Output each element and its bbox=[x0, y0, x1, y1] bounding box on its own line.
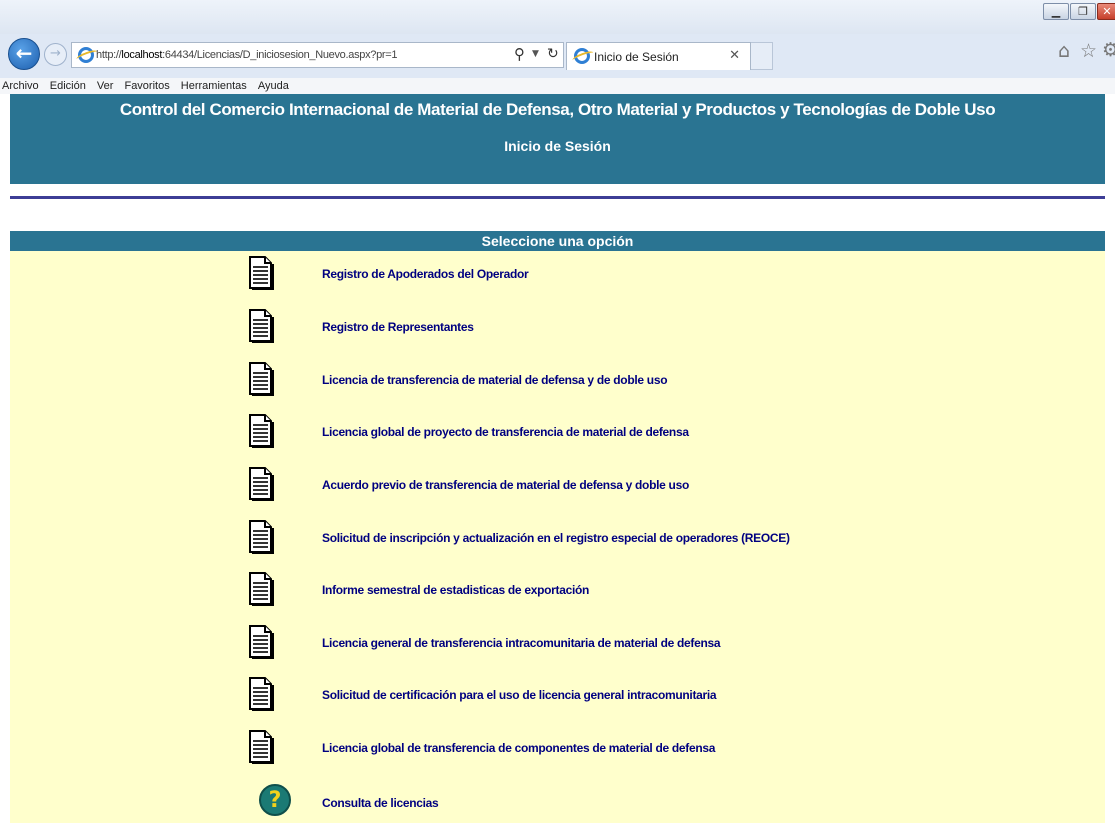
options-panel: Seleccione una opción Registro de Apoder… bbox=[10, 231, 1105, 823]
close-window-button[interactable]: ✕ bbox=[1097, 3, 1115, 20]
document-icon[interactable] bbox=[248, 730, 274, 765]
new-tab-button[interactable] bbox=[751, 42, 773, 70]
menu-ver[interactable]: Ver bbox=[97, 78, 114, 94]
refresh-icon[interactable]: ↻ bbox=[547, 46, 559, 62]
option-link[interactable]: Solicitud de certificación para el uso d… bbox=[322, 688, 717, 702]
document-icon[interactable] bbox=[248, 677, 274, 712]
browser-chrome: ▁ ❐ ✕ ← → http://localhost:64434/Licenci… bbox=[0, 0, 1115, 78]
option-link[interactable]: Licencia global de transferencia de comp… bbox=[322, 741, 715, 755]
option-row: Registro de Apoderados del Operador bbox=[10, 256, 1105, 308]
option-row: Informe semestral de estadisticas de exp… bbox=[10, 572, 1105, 624]
help-icon[interactable]: ? bbox=[259, 784, 291, 816]
document-icon[interactable] bbox=[248, 520, 274, 555]
menu-herramientas[interactable]: Herramientas bbox=[181, 78, 247, 94]
option-link[interactable]: Registro de Representantes bbox=[322, 320, 474, 334]
address-bar[interactable]: http://localhost:64434/Licencias/D_inici… bbox=[71, 42, 564, 68]
page-subtitle: Inicio de Sesión bbox=[504, 138, 611, 154]
browser-tab[interactable]: Inicio de Sesión ✕ bbox=[566, 42, 751, 70]
close-icon[interactable]: ✕ bbox=[729, 48, 740, 63]
restore-button[interactable]: ❐ bbox=[1070, 3, 1096, 20]
document-icon[interactable] bbox=[248, 256, 274, 291]
option-link[interactable]: Acuerdo previo de transferencia de mater… bbox=[322, 478, 689, 492]
forward-arrow-icon[interactable]: → bbox=[44, 43, 67, 66]
star-icon[interactable]: ☆ bbox=[1080, 40, 1097, 62]
chevron-down-icon[interactable]: ▼ bbox=[532, 49, 539, 59]
ie-logo-icon bbox=[574, 48, 590, 64]
home-icon[interactable]: ⌂ bbox=[1058, 40, 1070, 62]
options-title: Seleccione una opción bbox=[10, 231, 1105, 251]
menu-favoritos[interactable]: Favoritos bbox=[124, 78, 169, 94]
navigation-bar: ← → http://localhost:64434/Licencias/D_i… bbox=[0, 34, 1115, 74]
header-divider bbox=[10, 196, 1105, 199]
document-icon[interactable] bbox=[248, 625, 274, 660]
url-path: :64434/Licencias/D_iniciosesion_Nuevo.as… bbox=[162, 49, 398, 61]
option-row: Licencia de transferencia de material de… bbox=[10, 362, 1105, 414]
document-icon[interactable] bbox=[248, 362, 274, 397]
url-text[interactable]: http://localhost:64434/Licencias/D_inici… bbox=[96, 49, 398, 61]
option-row: Licencia general de transferencia intrac… bbox=[10, 625, 1105, 677]
ie-logo-icon bbox=[78, 47, 94, 63]
document-icon[interactable] bbox=[248, 309, 274, 344]
option-link[interactable]: Licencia global de proyecto de transfere… bbox=[322, 425, 689, 439]
back-arrow-icon[interactable]: ← bbox=[8, 38, 40, 70]
menu-edicion[interactable]: Edición bbox=[50, 78, 86, 94]
option-row: Licencia global de transferencia de comp… bbox=[10, 730, 1105, 782]
option-row: Solicitud de certificación para el uso d… bbox=[10, 677, 1105, 729]
option-link[interactable]: Licencia de transferencia de material de… bbox=[322, 373, 668, 387]
url-host: localhost bbox=[121, 49, 163, 61]
document-icon[interactable] bbox=[248, 414, 274, 449]
document-icon[interactable] bbox=[248, 467, 274, 502]
tab-title: Inicio de Sesión bbox=[594, 50, 679, 64]
document-icon[interactable] bbox=[248, 572, 274, 607]
page-title: Control del Comercio Internacional de Ma… bbox=[119, 100, 996, 119]
gear-icon[interactable]: ⚙ bbox=[1102, 39, 1115, 61]
menu-archivo[interactable]: Archivo bbox=[2, 78, 39, 94]
search-icon[interactable]: ⚲ bbox=[514, 45, 525, 63]
minimize-button[interactable]: ▁ bbox=[1043, 3, 1069, 20]
menu-bar: Archivo Edición Ver Favoritos Herramient… bbox=[0, 78, 1115, 94]
option-link[interactable]: Registro de Apoderados del Operador bbox=[322, 267, 529, 281]
option-link[interactable]: Informe semestral de estadisticas de exp… bbox=[322, 583, 589, 597]
option-link[interactable]: Licencia general de transferencia intrac… bbox=[322, 636, 721, 650]
option-row: Licencia global de proyecto de transfere… bbox=[10, 414, 1105, 466]
option-row: Registro de Representantes bbox=[10, 309, 1105, 361]
option-row: Solicitud de inscripción y actualización… bbox=[10, 520, 1105, 572]
title-bar: ▁ ❐ ✕ bbox=[0, 0, 1115, 34]
option-row: ? Consulta de licencias bbox=[10, 782, 1105, 834]
url-prefix: http:// bbox=[96, 49, 122, 61]
option-row: Acuerdo previo de transferencia de mater… bbox=[10, 467, 1105, 519]
menu-ayuda[interactable]: Ayuda bbox=[258, 78, 289, 94]
option-link[interactable]: Consulta de licencias bbox=[322, 796, 439, 810]
page-header: Control del Comercio Internacional de Ma… bbox=[10, 94, 1105, 184]
option-link[interactable]: Solicitud de inscripción y actualización… bbox=[322, 531, 790, 545]
